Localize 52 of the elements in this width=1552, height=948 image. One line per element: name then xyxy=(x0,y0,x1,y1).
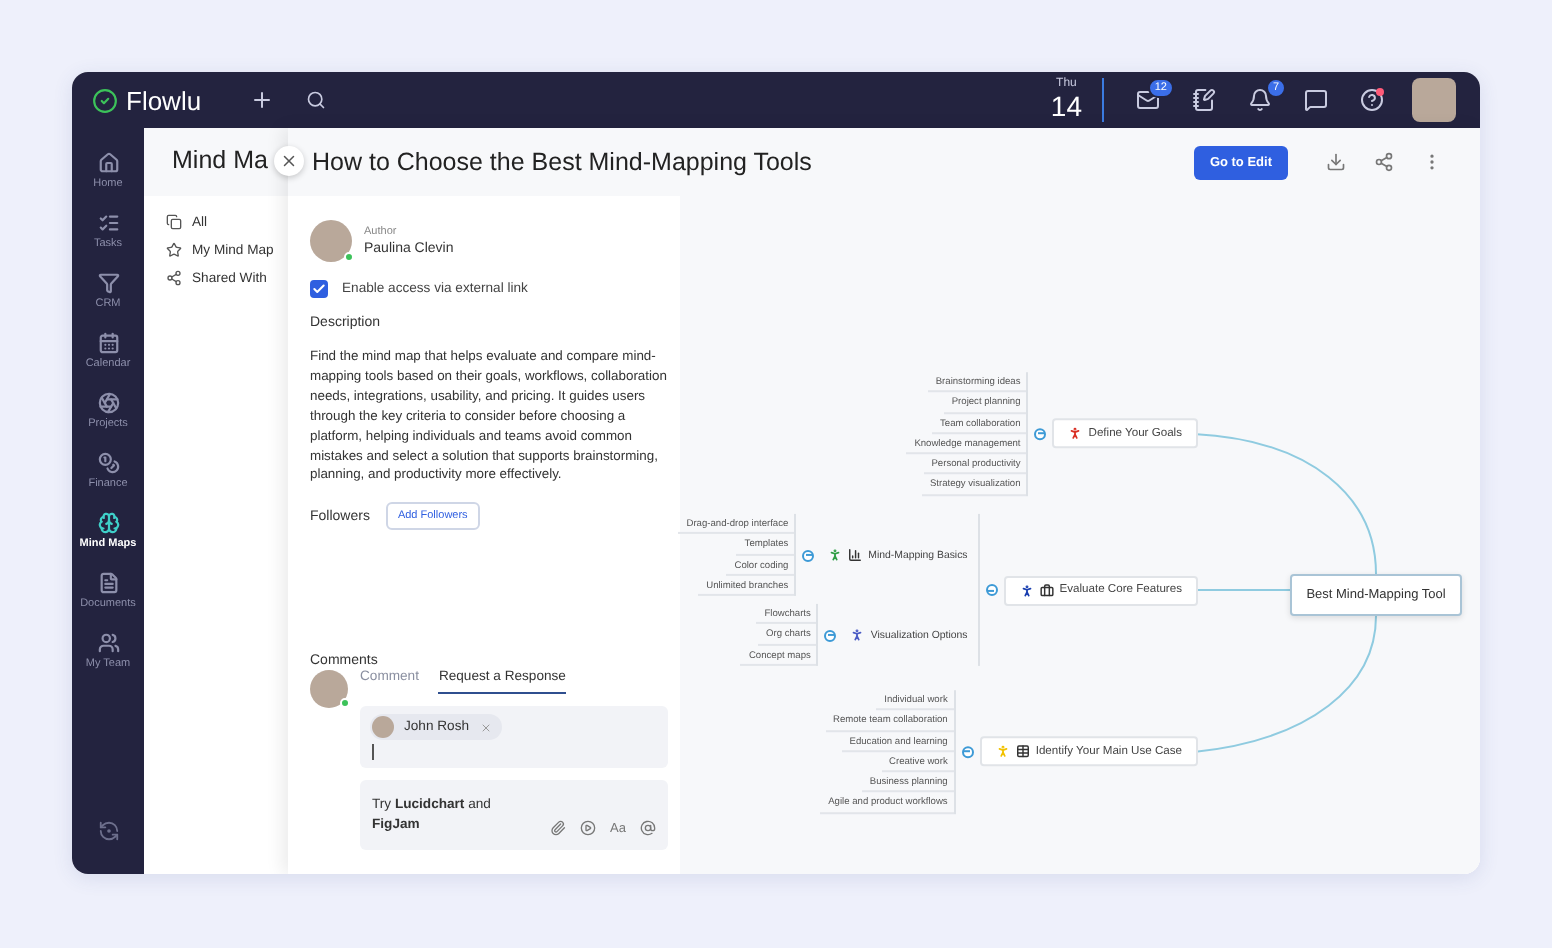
close-icon xyxy=(479,721,491,733)
download-button[interactable] xyxy=(1326,152,1346,172)
share-button[interactable] xyxy=(1374,152,1394,172)
collapse-toggle[interactable] xyxy=(961,746,974,758)
share-icon xyxy=(1374,152,1394,172)
paperclip-icon xyxy=(550,820,567,836)
bell-icon xyxy=(1248,88,1272,112)
day-number: 14 xyxy=(1050,92,1082,122)
nav-icon xyxy=(97,631,119,653)
notepad-icon xyxy=(1192,88,1216,112)
small-symbol-icon xyxy=(1015,745,1030,759)
section-title: Mind Ma xyxy=(144,128,288,196)
check-circle-icon xyxy=(92,87,118,113)
nav-icon xyxy=(97,571,119,593)
star-icon xyxy=(166,242,182,258)
play-button[interactable] xyxy=(580,820,597,836)
nav-icon xyxy=(97,331,119,353)
overlapping-squares-icon xyxy=(166,214,182,230)
share-icon xyxy=(166,270,182,286)
collapse-toggle[interactable] xyxy=(1034,428,1047,440)
attach-button[interactable] xyxy=(550,820,567,836)
check-icon xyxy=(312,282,326,296)
collapse-toggle[interactable] xyxy=(802,549,815,562)
nav-icon xyxy=(97,151,119,173)
collapse-toggle[interactable] xyxy=(824,629,837,642)
logo-icon xyxy=(97,820,119,842)
checkbox[interactable] xyxy=(310,280,328,298)
nav-icon xyxy=(97,271,119,293)
small-symbol-icon xyxy=(1039,583,1054,597)
avatar-placeholder xyxy=(372,716,394,738)
nav-icon xyxy=(97,511,119,533)
help-icon xyxy=(1360,88,1384,112)
download-icon xyxy=(1326,152,1346,172)
logo-text: Flowlu xyxy=(126,85,202,115)
map-title: How to Choose the Best Mind-Mapping Tools xyxy=(312,148,812,176)
nav-icon xyxy=(97,211,119,233)
small-symbol-icon xyxy=(848,548,863,563)
at-sign-icon xyxy=(640,820,656,836)
connector-line xyxy=(1193,589,1291,591)
plus-icon xyxy=(249,88,274,112)
collapse-toggle[interactable] xyxy=(985,584,998,596)
search-icon xyxy=(305,90,326,110)
mention-button[interactable] xyxy=(640,820,656,836)
text-cursor xyxy=(372,744,374,760)
chat-icon xyxy=(1304,88,1328,112)
remove-button[interactable] xyxy=(479,721,491,733)
nav-icon xyxy=(97,451,119,473)
close-icon xyxy=(280,152,298,170)
mail-icon xyxy=(1136,88,1160,112)
avatar-placeholder[interactable] xyxy=(1412,78,1456,122)
play-icon xyxy=(580,820,597,836)
nav-icon xyxy=(97,391,119,413)
